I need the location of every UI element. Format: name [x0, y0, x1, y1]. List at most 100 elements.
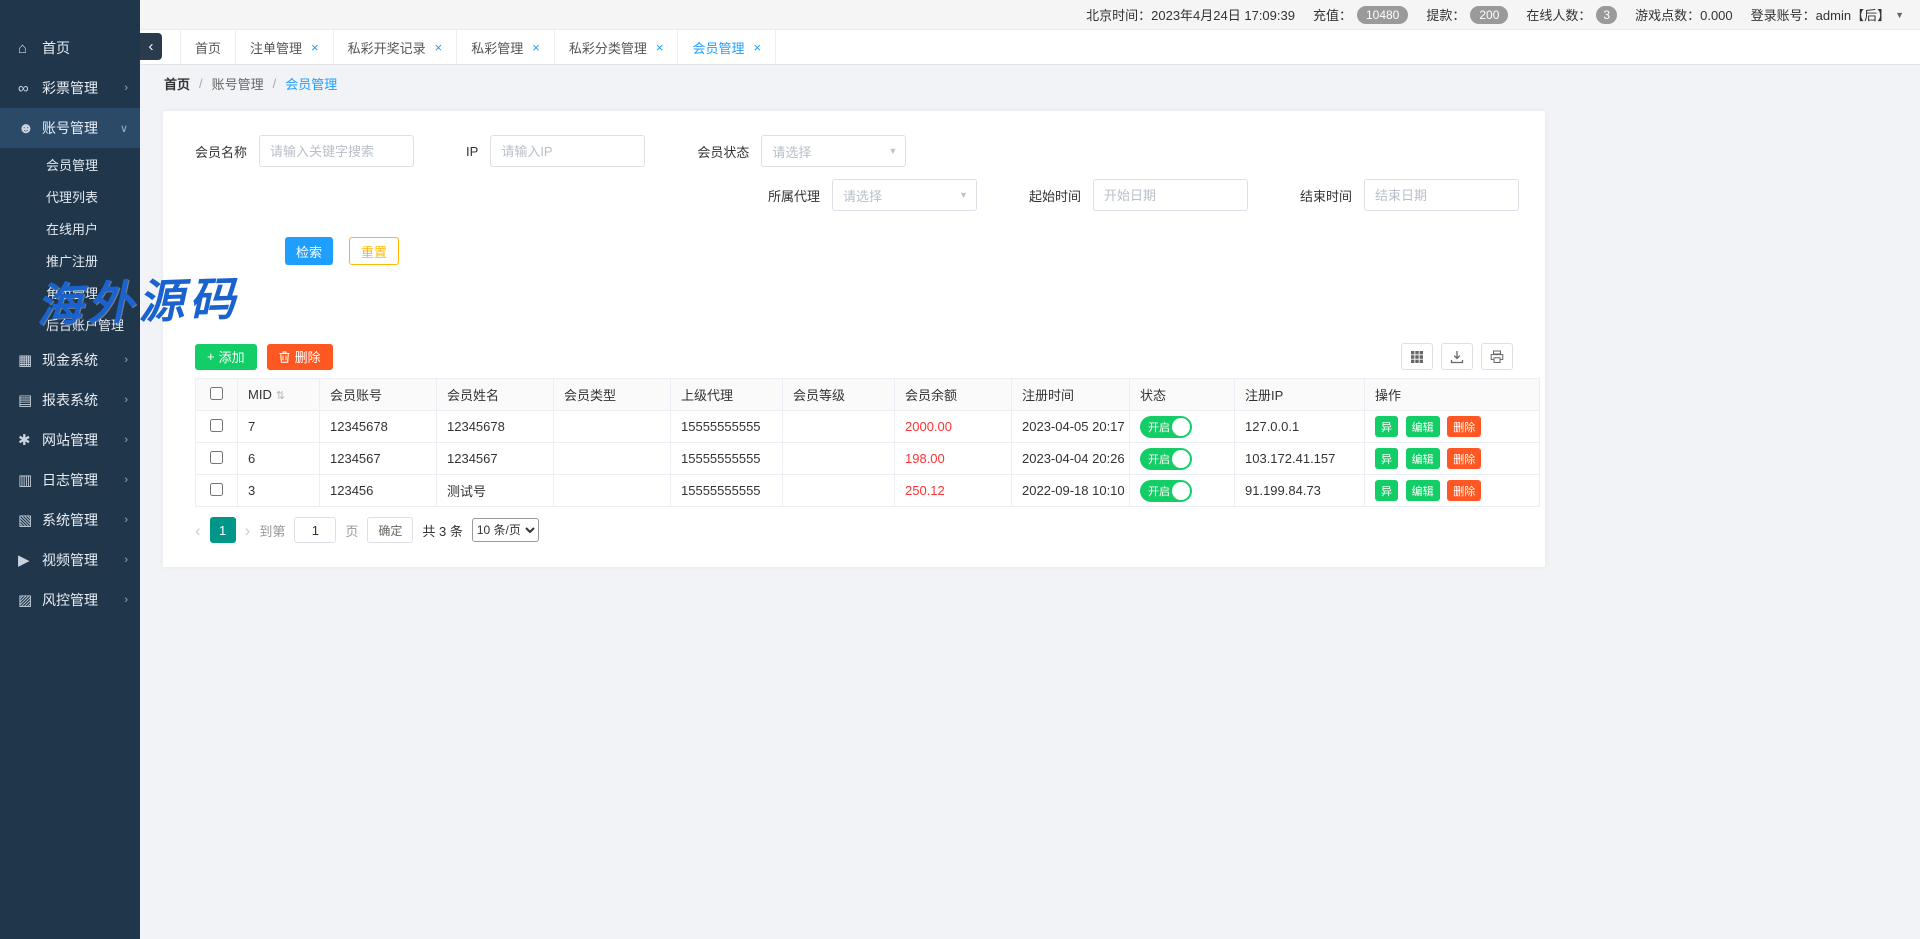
row-checkbox[interactable] — [210, 451, 223, 464]
sidebar-item-label: 风控管理 — [42, 590, 98, 610]
prev-page-button[interactable]: ‹ — [195, 522, 201, 539]
confirm-button[interactable]: 确定 — [367, 517, 413, 543]
sidebar-item-site-management[interactable]: ✱ 网站管理 › — [0, 420, 140, 460]
jump-label: 到第 — [259, 521, 285, 540]
delete-button[interactable]: 删除 — [1447, 480, 1481, 501]
delete-button[interactable]: 删除 — [1447, 416, 1481, 437]
close-icon[interactable]: × — [532, 40, 540, 55]
member-status-select[interactable]: 请选择 ▼ — [761, 135, 906, 167]
submenu-item-promo-register[interactable]: 推广注册 — [0, 244, 140, 276]
end-time-label: 结束时间 — [1300, 186, 1352, 205]
sidebar-item-log-management[interactable]: ▥ 日志管理 › — [0, 460, 140, 500]
reset-button[interactable]: 重置 — [349, 237, 399, 265]
table-header-row: MID⇅ 会员账号 会员姓名 会员类型 上级代理 会员等级 会员余额 注册时间 … — [196, 379, 1540, 411]
sidebar-item-label: 视频管理 — [42, 550, 98, 570]
chevron-right-icon: › — [124, 514, 128, 526]
col-account: 会员账号 — [320, 379, 437, 411]
status-toggle[interactable]: 开启 — [1140, 448, 1192, 470]
toggle-knob — [1172, 418, 1190, 436]
edit-button[interactable]: 编辑 — [1406, 480, 1440, 501]
columns-filter-button[interactable] — [1401, 343, 1433, 370]
cell-reg-ip: 127.0.0.1 — [1235, 411, 1365, 443]
agent-label: 所属代理 — [768, 186, 820, 205]
start-date-input[interactable] — [1093, 179, 1248, 211]
filter-buttons: 检索 重置 — [195, 237, 1513, 265]
col-status: 状态 — [1130, 379, 1235, 411]
breadcrumb-home[interactable]: 首页 — [164, 74, 190, 93]
members-table: MID⇅ 会员账号 会员姓名 会员类型 上级代理 会员等级 会员余额 注册时间 … — [195, 378, 1540, 507]
sidebar-item-video-management[interactable]: ▶ 视频管理 › — [0, 540, 140, 580]
edit-button[interactable]: 编辑 — [1406, 416, 1440, 437]
member-name-input[interactable] — [259, 135, 414, 167]
close-icon[interactable]: × — [435, 40, 443, 55]
search-button[interactable]: 检索 — [285, 237, 333, 265]
end-date-input[interactable] — [1364, 179, 1519, 211]
tab-private-lottery-draw-records[interactable]: 私彩开奖记录 × — [334, 30, 458, 64]
agent-select[interactable]: 请选择 ▼ — [832, 179, 977, 211]
row-action-1-button[interactable]: 异 — [1375, 480, 1398, 501]
row-action-1-button[interactable]: 异 — [1375, 416, 1398, 437]
sort-icon[interactable]: ⇅ — [276, 390, 285, 402]
sidebar-item-account-management[interactable]: ☻ 账号管理 ∨ — [0, 108, 140, 148]
tab-private-lottery-management[interactable]: 私彩管理 × — [457, 30, 555, 64]
member-status-label: 会员状态 — [697, 142, 749, 161]
col-type: 会员类型 — [554, 379, 671, 411]
sidebar-collapse-button[interactable]: ‹ — [140, 33, 162, 60]
video-icon: ▶ — [18, 551, 42, 569]
delete-button[interactable]: 删除 — [1447, 448, 1481, 469]
main-area: 北京时间：2023年4月24日 17:09:39 充值： 10480 提款： 2… — [140, 0, 1920, 939]
next-page-button[interactable]: › — [245, 522, 251, 539]
add-button[interactable]: + 添加 — [195, 344, 257, 370]
jump-page-input[interactable] — [294, 517, 336, 543]
export-button[interactable] — [1441, 343, 1473, 370]
row-checkbox[interactable] — [210, 419, 223, 432]
download-icon — [1450, 350, 1464, 364]
ip-input[interactable] — [490, 135, 645, 167]
tab-label: 会员管理 — [692, 38, 744, 57]
close-icon[interactable]: × — [656, 40, 664, 55]
sidebar-item-report-system[interactable]: ▤ 报表系统 › — [0, 380, 140, 420]
select-all-checkbox[interactable] — [210, 387, 223, 400]
col-mid[interactable]: MID⇅ — [238, 379, 320, 411]
chevron-right-icon: › — [124, 394, 128, 406]
status-toggle[interactable]: 开启 — [1140, 416, 1192, 438]
status-label: 开启 — [1148, 451, 1170, 467]
tab-home[interactable]: 首页 — [180, 30, 236, 64]
col-balance: 会员余额 — [895, 379, 1012, 411]
sidebar-item-cash-system[interactable]: ▦ 现金系统 › — [0, 340, 140, 380]
chevron-down-icon: ∨ — [120, 122, 128, 135]
cell-reg-ip: 103.172.41.157 — [1235, 443, 1365, 475]
submenu-item-backend-accounts[interactable]: 后台账户管理 — [0, 308, 140, 340]
member-name-label: 会员名称 — [195, 142, 247, 161]
page-1-button[interactable]: 1 — [210, 517, 236, 543]
submenu-item-member-management[interactable]: 会员管理 — [0, 148, 140, 180]
submenu-item-online-users[interactable]: 在线用户 — [0, 212, 140, 244]
submenu-item-agent-list[interactable]: 代理列表 — [0, 180, 140, 212]
print-button[interactable] — [1481, 343, 1513, 370]
close-icon[interactable]: × — [753, 40, 761, 55]
tab-private-lottery-category[interactable]: 私彩分类管理 × — [555, 30, 679, 64]
tab-label: 私彩开奖记录 — [348, 38, 426, 57]
submenu-item-role-management[interactable]: 角色管理 — [0, 276, 140, 308]
per-page-select[interactable]: 10 条/页 — [472, 518, 539, 542]
tab-member-management[interactable]: 会员管理 × — [678, 30, 776, 64]
cell-mid: 3 — [238, 475, 320, 507]
caret-down-icon: ▼ — [888, 146, 897, 156]
close-icon[interactable]: × — [311, 40, 319, 55]
row-action-1-button[interactable]: 异 — [1375, 448, 1398, 469]
account-menu[interactable]: 登录账号：admin【后】 ▼ — [1751, 5, 1904, 24]
select-all-cell — [196, 379, 238, 411]
sidebar-item-lottery-management[interactable]: ∞ 彩票管理 › — [0, 68, 140, 108]
status-toggle[interactable]: 开启 — [1140, 480, 1192, 502]
sidebar-item-system-management[interactable]: ▧ 系统管理 › — [0, 500, 140, 540]
batch-delete-button[interactable]: 删除 — [267, 344, 333, 370]
sidebar-item-home[interactable]: ⌂ 首页 — [0, 28, 140, 68]
sidebar-item-risk-management[interactable]: ▨ 风控管理 › — [0, 580, 140, 620]
breadcrumb-account-management[interactable]: 账号管理 — [212, 74, 264, 93]
tab-bet-order-management[interactable]: 注单管理 × — [236, 30, 334, 64]
chevron-right-icon: › — [124, 354, 128, 366]
edit-button[interactable]: 编辑 — [1406, 448, 1440, 469]
table-tool-icons — [1401, 343, 1513, 370]
row-checkbox[interactable] — [210, 483, 223, 496]
breadcrumb-separator: / — [273, 76, 277, 91]
